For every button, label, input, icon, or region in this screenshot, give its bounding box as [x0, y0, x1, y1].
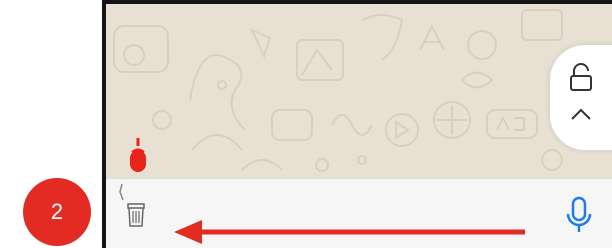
chevron-up-icon	[571, 108, 591, 120]
arrow-left-icon	[174, 220, 525, 244]
lock-icon[interactable]	[568, 62, 594, 92]
recording-lock-panel[interactable]	[550, 45, 612, 150]
wallpaper-doodles	[113, 9, 563, 172]
microphone-icon[interactable]	[566, 196, 592, 234]
chat-screen	[102, 0, 612, 248]
chat-wallpaper	[102, 0, 612, 178]
trash-icon[interactable]	[118, 182, 148, 232]
recording-mic-icon	[130, 138, 146, 172]
step-number: 2	[50, 199, 64, 224]
step-number-badge: 2	[23, 178, 91, 246]
